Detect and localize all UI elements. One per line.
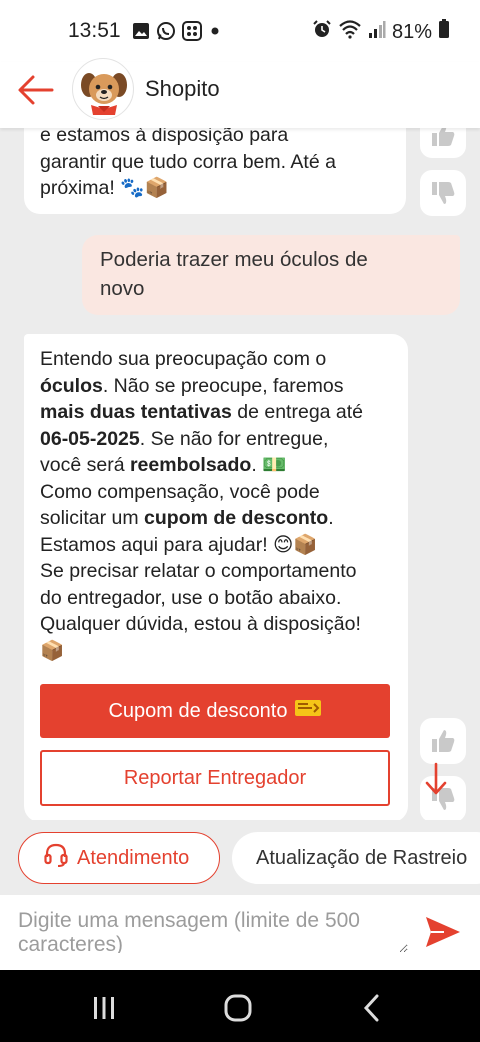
support-chip[interactable]: Atendimento [18, 832, 220, 884]
status-bar: 13:51 81% [0, 0, 480, 62]
wifi-icon [338, 19, 362, 45]
tracking-chip-label: Atualização de Rastreio [256, 846, 468, 869]
thumbs-down-icon[interactable] [420, 170, 466, 216]
report-courier-button[interactable]: Reportar Entregador [40, 750, 390, 806]
message-input[interactable] [18, 909, 408, 953]
quick-replies: Atendimento Atualização de Rastreio [0, 832, 480, 886]
nav-back-icon[interactable] [352, 988, 392, 1028]
scroll-down-arrow-icon[interactable] [424, 762, 448, 796]
send-icon[interactable] [424, 914, 462, 950]
signal-icon [368, 19, 386, 45]
user-message: Poderia trazer meu óculos de novo [82, 235, 460, 315]
notification-icons [132, 21, 222, 46]
coupon-button[interactable]: Cupom de desconto [40, 684, 390, 738]
whatsapp-icon [156, 21, 176, 46]
user-message-text: Poderia trazer meu óculos de novo [100, 248, 368, 300]
chat-messages[interactable]: e estamos à disposição para garantir que… [0, 128, 480, 820]
thumbs-up-icon[interactable] [420, 718, 466, 764]
status-time: 13:51 [68, 19, 121, 42]
bot-message-text: e estamos à disposição para garantir que… [40, 128, 336, 199]
home-icon[interactable] [218, 988, 258, 1028]
report-button-label: Reportar Entregador [123, 766, 307, 789]
bot-message-text: Entendo sua preocupação com o óculos. Nã… [40, 348, 364, 662]
alarm-icon [312, 19, 332, 45]
chat-title: Shopito [145, 76, 220, 101]
chat-header: Shopito [0, 58, 480, 128]
bot-message: Entendo sua preocupação com o óculos. Nã… [24, 334, 408, 820]
gallery-icon [132, 22, 150, 45]
message-composer [0, 895, 480, 970]
shopito-avatar[interactable] [72, 58, 134, 120]
headset-icon [43, 842, 69, 874]
thumbs-up-icon[interactable] [420, 128, 466, 158]
coupon-button-label: Cupom de desconto [108, 699, 288, 722]
support-chip-label: Atendimento [77, 846, 190, 869]
system-icons: 81% [312, 19, 450, 45]
back-arrow-icon[interactable] [16, 70, 56, 110]
battery-icon [438, 19, 450, 45]
recent-apps-icon[interactable] [84, 988, 124, 1028]
ticket-icon [294, 698, 322, 725]
shop-app-icon [182, 21, 202, 46]
system-nav-bar [0, 970, 480, 1042]
tracking-update-chip[interactable]: Atualização de Rastreio [232, 832, 480, 884]
battery-percent: 81% [391, 20, 432, 43]
bot-message: e estamos à disposição para garantir que… [24, 128, 406, 214]
dot-icon [208, 24, 222, 43]
